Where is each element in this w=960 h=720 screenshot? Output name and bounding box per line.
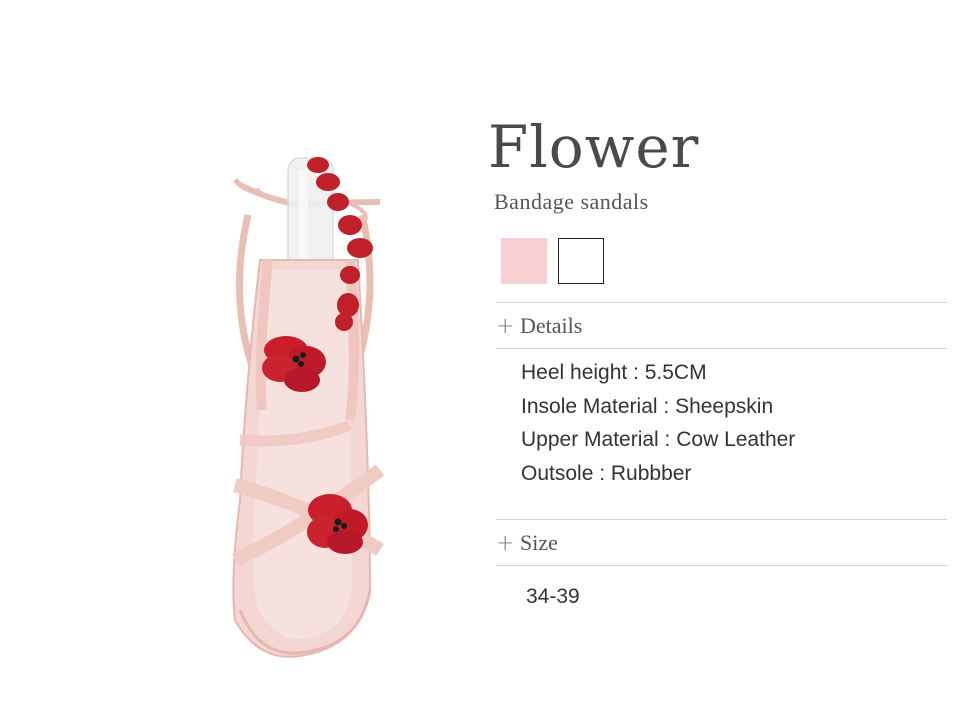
plus-icon: + <box>496 530 515 556</box>
detail-heel-height: Heel height : 5.5CM <box>521 361 707 384</box>
divider <box>496 348 947 349</box>
product-page: Flower Bandage sandals + Details Heel he… <box>0 0 960 720</box>
detail-outsole: Outsole : Rubbber <box>521 461 692 485</box>
details-header-label: Details <box>520 313 583 338</box>
color-swatches <box>501 238 604 284</box>
detail-insole-material: Insole Material : Sheepskin <box>521 394 774 418</box>
size-header-label: Size <box>520 530 558 555</box>
divider <box>496 565 947 566</box>
product-title: Flower <box>488 113 700 181</box>
plus-icon: + <box>496 313 515 339</box>
product-image <box>200 140 410 670</box>
divider <box>496 519 947 520</box>
size-range: 34-39 <box>526 585 580 608</box>
color-swatch-pink[interactable] <box>501 238 547 284</box>
color-swatch-white[interactable] <box>558 238 604 284</box>
divider <box>496 302 947 303</box>
detail-upper-material: Upper Material : Cow Leather <box>521 428 796 451</box>
product-subtitle: Bandage sandals <box>494 189 649 214</box>
size-toggle[interactable]: + Size <box>496 530 558 556</box>
details-list: Heel height : 5.5CM Insole Material : Sh… <box>521 356 795 490</box>
details-toggle[interactable]: + Details <box>496 313 582 339</box>
